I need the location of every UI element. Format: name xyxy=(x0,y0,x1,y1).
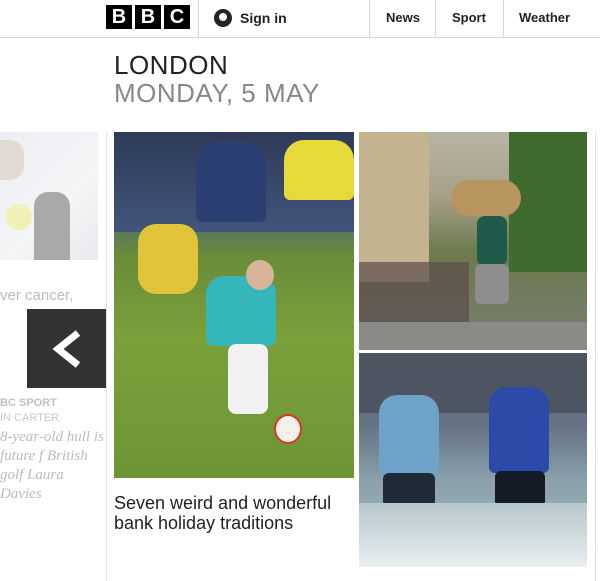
nav-weather[interactable]: Weather xyxy=(519,10,570,25)
image-sack xyxy=(451,180,521,216)
image-shorts xyxy=(475,264,509,304)
previous-story-quote: 8-year-old hull is future f British golf… xyxy=(0,429,104,502)
previous-story-source: BC SPORT xyxy=(0,397,57,409)
image-white-trousers xyxy=(228,344,268,414)
image-shorts xyxy=(383,473,435,507)
story-headline[interactable]: Seven weird and wonderful bank holiday t… xyxy=(114,493,354,533)
chevron-left-icon xyxy=(51,329,80,368)
bbc-logo[interactable]: B B C xyxy=(106,5,190,29)
previous-story-author: IN CARTER xyxy=(0,412,60,424)
tennis-ball xyxy=(6,204,32,230)
image-water-splash xyxy=(359,503,587,567)
sack-race-photo[interactable] xyxy=(359,132,587,350)
location-date: MONDAY, 5 MAY xyxy=(114,78,320,108)
image-figure xyxy=(0,140,24,180)
image-figure xyxy=(34,192,70,260)
image-light-blue-shirt xyxy=(379,395,439,475)
image-road xyxy=(359,322,587,350)
user-icon xyxy=(214,9,232,27)
logo-letter: B xyxy=(106,5,132,29)
nav-sport[interactable]: Sport xyxy=(452,10,486,25)
nav-divider xyxy=(198,0,199,38)
previous-button[interactable] xyxy=(27,309,106,388)
image-figure xyxy=(477,216,507,266)
nav-news[interactable]: News xyxy=(386,10,420,25)
nav-divider xyxy=(435,0,436,38)
previous-story-image xyxy=(0,132,98,260)
image-cheese xyxy=(274,414,302,444)
image-blue-yellow-shirt xyxy=(489,387,549,473)
river-football-photo[interactable] xyxy=(359,353,587,567)
card-divider xyxy=(595,132,596,581)
image-head xyxy=(246,260,274,290)
card-divider xyxy=(106,132,107,581)
previous-story-snippet: ver cancer, xyxy=(0,287,74,304)
sign-in-link[interactable]: Sign in xyxy=(214,9,287,27)
image-shorts xyxy=(495,471,545,507)
cheese-rolling-photo[interactable] xyxy=(114,132,354,478)
logo-letter: B xyxy=(135,5,161,29)
nav-divider xyxy=(369,0,370,38)
sign-in-label: Sign in xyxy=(240,10,287,26)
image-figure xyxy=(196,142,266,222)
image-building xyxy=(359,132,429,282)
logo-letter: C xyxy=(164,5,190,29)
image-tree xyxy=(509,132,587,272)
image-yellow-shirt xyxy=(138,224,198,294)
nav-divider xyxy=(503,0,504,38)
location-city: LONDON xyxy=(114,50,229,80)
image-yellow-raincoat xyxy=(284,140,354,200)
top-navigation-bar: B B C Sign in News Sport Weather xyxy=(0,0,600,38)
image-crowd xyxy=(359,262,469,322)
